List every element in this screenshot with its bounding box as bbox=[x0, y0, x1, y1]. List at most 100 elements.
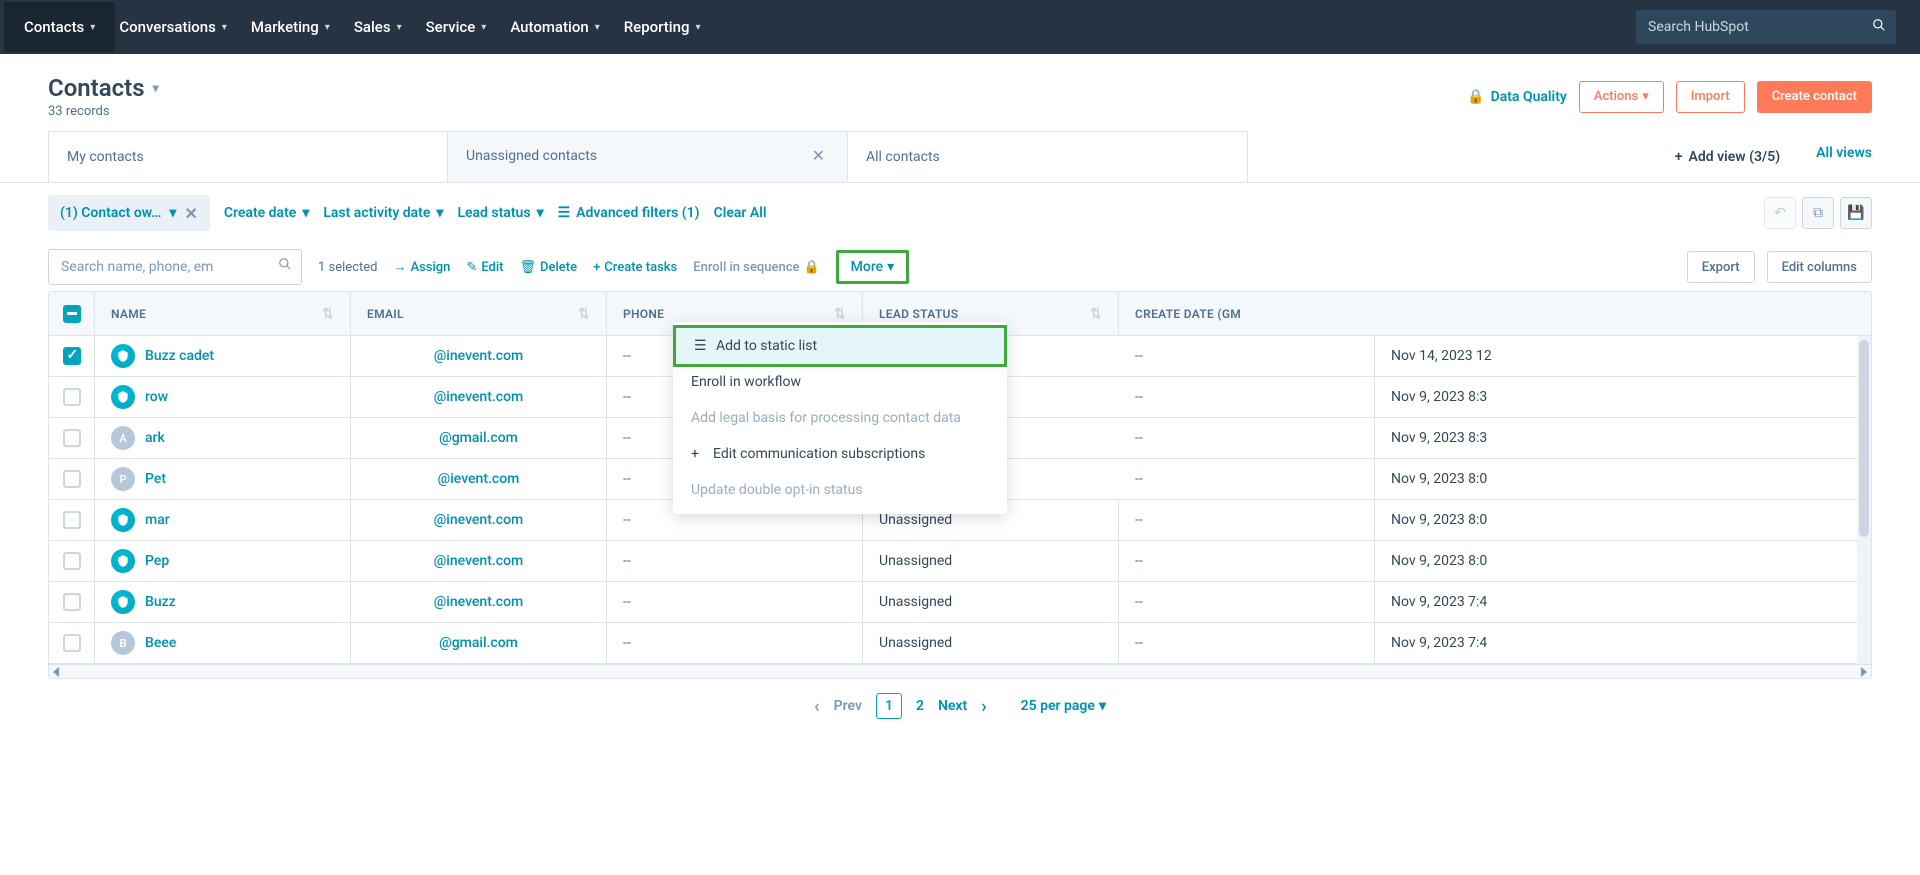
page-title-dropdown[interactable]: Contacts▾ bbox=[48, 74, 159, 102]
filter-contact-owner[interactable]: (1) Contact ow…▾✕ bbox=[48, 195, 210, 231]
filter-create-date[interactable]: Create date▾ bbox=[224, 205, 310, 221]
contact-name-link[interactable]: Pep bbox=[145, 553, 169, 569]
caret-down-icon: ▾ bbox=[90, 22, 95, 33]
pager-prev[interactable]: Prev bbox=[834, 698, 862, 714]
remove-filter-button[interactable]: ✕ bbox=[184, 204, 197, 223]
edit-action[interactable]: ✎Edit bbox=[466, 260, 503, 275]
contact-phone: -- bbox=[623, 430, 631, 446]
lead-status: -- bbox=[1135, 389, 1143, 405]
tab-my-contacts[interactable]: My contacts bbox=[48, 131, 448, 182]
caret-down-icon: ▾ bbox=[481, 22, 486, 33]
horizontal-scrollbar[interactable] bbox=[49, 664, 1871, 678]
row-checkbox[interactable] bbox=[63, 470, 81, 488]
advanced-filters[interactable]: ☰Advanced filters (1) bbox=[558, 205, 700, 221]
assign-action[interactable]: →Assign bbox=[393, 259, 450, 275]
global-search-input[interactable] bbox=[1636, 10, 1896, 44]
caret-down-icon: ▾ bbox=[1642, 89, 1649, 104]
contact-name-link[interactable]: mar bbox=[145, 512, 170, 528]
contact-email[interactable]: @inevent.com bbox=[351, 500, 607, 540]
pager-prev-arrow[interactable]: ‹ bbox=[814, 696, 820, 717]
row-checkbox[interactable] bbox=[63, 388, 81, 406]
nav-service[interactable]: Service▾ bbox=[426, 18, 487, 36]
select-all-checkbox[interactable] bbox=[63, 305, 81, 323]
contact-name-link[interactable]: row bbox=[145, 389, 168, 405]
lead-status: -- bbox=[1135, 512, 1143, 528]
row-checkbox[interactable] bbox=[63, 552, 81, 570]
edit-columns-button[interactable]: Edit columns bbox=[1767, 251, 1872, 283]
nav-sales[interactable]: Sales▾ bbox=[354, 18, 402, 36]
tab-all-contacts[interactable]: All contacts bbox=[848, 131, 1248, 182]
column-header-email[interactable]: EMAIL⇅ bbox=[351, 292, 607, 335]
vertical-scrollbar[interactable] bbox=[1857, 336, 1871, 664]
search-icon bbox=[1872, 18, 1886, 32]
row-checkbox[interactable] bbox=[63, 634, 81, 652]
row-checkbox[interactable] bbox=[63, 511, 81, 529]
copy-button[interactable]: ⧉ bbox=[1802, 197, 1834, 229]
sliders-icon: ☰ bbox=[558, 205, 571, 221]
contact-phone: -- bbox=[623, 389, 631, 405]
export-button[interactable]: Export bbox=[1687, 251, 1755, 283]
undo-button[interactable]: ↶ bbox=[1764, 197, 1796, 229]
pager-next[interactable]: Next bbox=[938, 698, 967, 714]
delete-action[interactable]: 🗑Delete bbox=[520, 260, 578, 275]
contact-email[interactable]: @gmail.com bbox=[351, 623, 607, 663]
close-tab-button[interactable]: ✕ bbox=[808, 146, 829, 165]
filter-last-activity[interactable]: Last activity date▾ bbox=[323, 205, 443, 221]
pager-page-2[interactable]: 2 bbox=[916, 698, 924, 714]
dropdown-enroll-workflow[interactable]: Enroll in workflow bbox=[673, 364, 1007, 400]
create-contact-button[interactable]: Create contact bbox=[1757, 81, 1872, 113]
contact-owner: Unassigned bbox=[863, 582, 1119, 622]
column-header-create-date[interactable]: CREATE DATE (GM bbox=[1119, 292, 1871, 335]
contact-email[interactable]: @gmail.com bbox=[351, 418, 607, 458]
create-tasks-action[interactable]: +Create tasks bbox=[593, 260, 677, 275]
contact-email[interactable]: @ievent.com bbox=[351, 459, 607, 499]
nav-marketing[interactable]: Marketing▾ bbox=[251, 18, 330, 36]
plus-icon: + bbox=[1675, 149, 1683, 165]
dropdown-edit-subscriptions[interactable]: +Edit communication subscriptions bbox=[673, 436, 1007, 472]
pager-next-arrow[interactable]: › bbox=[981, 696, 986, 717]
more-actions-button[interactable]: More▾ bbox=[836, 250, 910, 284]
pager-page-1[interactable]: 1 bbox=[876, 693, 902, 719]
table-row: Pep@inevent.com--Unassigned--Nov 9, 2023… bbox=[49, 541, 1871, 582]
more-actions-dropdown: ☰Add to static list Enroll in workflow A… bbox=[673, 322, 1007, 514]
dropdown-add-to-static-list[interactable]: ☰Add to static list bbox=[673, 325, 1007, 367]
contact-name-link[interactable]: Beee bbox=[145, 635, 176, 651]
clear-all-filters[interactable]: Clear All bbox=[714, 205, 767, 221]
per-page-select[interactable]: 25 per page▾ bbox=[1021, 698, 1106, 714]
global-search-button[interactable] bbox=[1868, 16, 1890, 38]
row-checkbox[interactable] bbox=[63, 429, 81, 447]
row-checkbox[interactable] bbox=[63, 593, 81, 611]
nav-contacts[interactable]: Contacts▾ bbox=[4, 2, 115, 52]
contact-name-link[interactable]: ark bbox=[145, 430, 165, 446]
contact-email[interactable]: @inevent.com bbox=[351, 541, 607, 581]
import-button[interactable]: Import bbox=[1676, 81, 1745, 113]
all-views-link[interactable]: All views bbox=[1798, 131, 1920, 182]
contact-email[interactable]: @inevent.com bbox=[351, 377, 607, 417]
contact-name-link[interactable]: Buzz bbox=[145, 594, 176, 610]
row-checkbox[interactable] bbox=[63, 347, 81, 365]
contact-email[interactable]: @inevent.com bbox=[351, 582, 607, 622]
caret-down-icon: ▾ bbox=[302, 205, 309, 221]
contact-name-link[interactable]: Buzz cadet bbox=[145, 348, 214, 364]
dropdown-double-optin: Update double opt-in status bbox=[673, 472, 1007, 508]
contact-email[interactable]: @inevent.com bbox=[351, 336, 607, 376]
contact-phone: -- bbox=[623, 594, 631, 610]
save-button[interactable]: 💾 bbox=[1840, 197, 1872, 229]
contact-phone: -- bbox=[623, 512, 631, 528]
actions-button[interactable]: Actions ▾ bbox=[1579, 81, 1664, 113]
contact-name-link[interactable]: Pet bbox=[145, 471, 166, 487]
contact-phone: -- bbox=[623, 348, 631, 364]
enroll-sequence-action[interactable]: Enroll in sequence 🔒 bbox=[693, 260, 819, 275]
avatar: B bbox=[111, 631, 135, 655]
caret-down-icon: ▾ bbox=[1099, 698, 1106, 714]
data-quality-link[interactable]: 🔒Data Quality bbox=[1467, 89, 1567, 105]
arrow-icon: → bbox=[393, 259, 406, 275]
filter-lead-status[interactable]: Lead status▾ bbox=[457, 205, 543, 221]
add-view-button[interactable]: +Add view (3/5) bbox=[1657, 131, 1798, 182]
nav-automation[interactable]: Automation▾ bbox=[510, 18, 599, 36]
nav-conversations[interactable]: Conversations▾ bbox=[119, 18, 227, 36]
nav-reporting[interactable]: Reporting▾ bbox=[624, 18, 701, 36]
table-search-input[interactable] bbox=[48, 249, 302, 285]
tab-unassigned-contacts[interactable]: Unassigned contacts✕ bbox=[448, 131, 848, 182]
column-header-name[interactable]: NAME⇅ bbox=[95, 292, 351, 335]
